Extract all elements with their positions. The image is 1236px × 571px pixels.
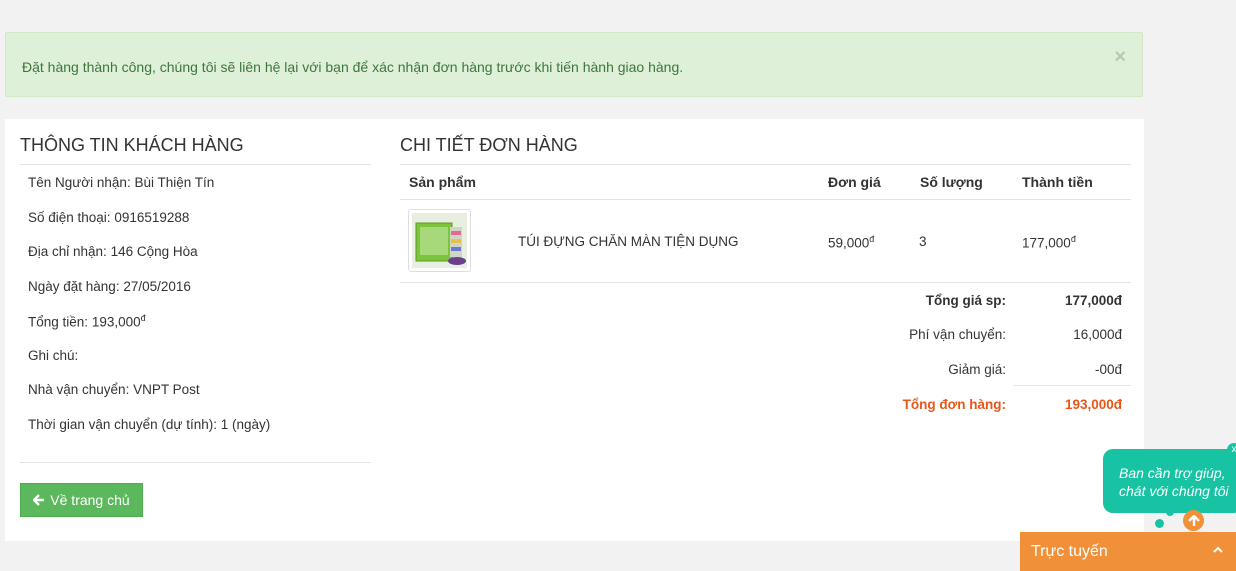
arrow-left-icon [33, 494, 45, 506]
order-panel: THÔNG TIN KHÁCH HÀNG Tên Người nhận: Bùi… [5, 119, 1144, 541]
back-home-label: Về trang chủ [50, 492, 130, 508]
divider [400, 164, 1131, 165]
product-image [412, 213, 467, 268]
subtotal-value: 177,000đ [1064, 293, 1122, 308]
subtotal-label: Tổng giá sp: [925, 293, 1006, 308]
col-line-total: Thành tiền [1022, 174, 1093, 190]
divider [1014, 385, 1131, 386]
product-unit-price: 59,000đ [828, 234, 875, 251]
success-alert: Đặt hàng thành công, chúng tôi sẽ liên h… [5, 32, 1143, 97]
discount-value: -00đ [1094, 362, 1122, 377]
online-chat-label: Trực tuyến [1031, 543, 1108, 560]
order-date: Ngày đặt hàng: 27/05/2016 [28, 279, 191, 294]
col-unit-price: Đơn giá [828, 174, 881, 190]
shipping-carrier: Nhà vận chuyển: VNPT Post [28, 382, 200, 397]
online-chat-bar[interactable]: Trực tuyến [1020, 532, 1236, 571]
shipping-time: Thời gian vận chuyển (dự tính): 1 (ngày) [28, 417, 271, 432]
alert-close-button[interactable]: × [1114, 47, 1126, 67]
customer-info-title: THÔNG TIN KHÁCH HÀNG [20, 135, 244, 155]
delivery-address: Địa chỉ nhận: 146 Cộng Hòa [28, 244, 198, 259]
product-line-total: 177,000đ [1022, 234, 1076, 251]
alert-message: Đặt hàng thành công, chúng tôi sẽ liên h… [22, 59, 684, 75]
shipping-fee-label: Phí vận chuyển: [909, 327, 1006, 342]
product-name[interactable]: TÚI ĐỰNG CHĂN MÀN TIỆN DỤNG [518, 234, 739, 249]
chat-prompt-line2: chát với chúng tôi [1119, 483, 1229, 499]
product-quantity: 3 [919, 234, 927, 249]
chat-bubble-close-button[interactable]: x [1227, 443, 1236, 457]
col-product: Sản phẩm [409, 174, 476, 190]
scroll-top-button[interactable] [1183, 510, 1204, 531]
order-details-title: CHI TIẾT ĐƠN HÀNG [400, 135, 578, 155]
divider [400, 199, 1131, 200]
note: Ghi chú: [28, 348, 79, 363]
phone-number: Số điện thoại: 0916519288 [28, 210, 190, 225]
total-amount: Tổng tiền: 193,000đ [28, 313, 146, 330]
shipping-fee-value: 16,000đ [1073, 327, 1122, 342]
product-thumbnail[interactable] [408, 209, 471, 272]
order-total-value: 193,000đ [1064, 397, 1122, 412]
chat-bubble-dot [1166, 508, 1174, 516]
divider [20, 462, 371, 463]
col-quantity: Số lượng [920, 174, 983, 190]
divider [400, 282, 1131, 283]
arrow-up-icon [1187, 514, 1200, 526]
divider [20, 164, 371, 165]
recipient-name: Tên Người nhận: Bùi Thiện Tín [28, 175, 215, 190]
discount-label: Giảm giá: [948, 362, 1006, 377]
chat-prompt-bubble[interactable]: Ban cần trợ giúp, chát với chúng tôi [1103, 449, 1236, 513]
chevron-up-icon [1213, 546, 1223, 553]
chat-bubble-dot [1155, 519, 1164, 528]
chat-prompt-line1: Ban cần trợ giúp, [1119, 465, 1226, 481]
back-home-button[interactable]: Về trang chủ [20, 483, 143, 517]
order-total-label: Tổng đơn hàng: [902, 397, 1006, 412]
